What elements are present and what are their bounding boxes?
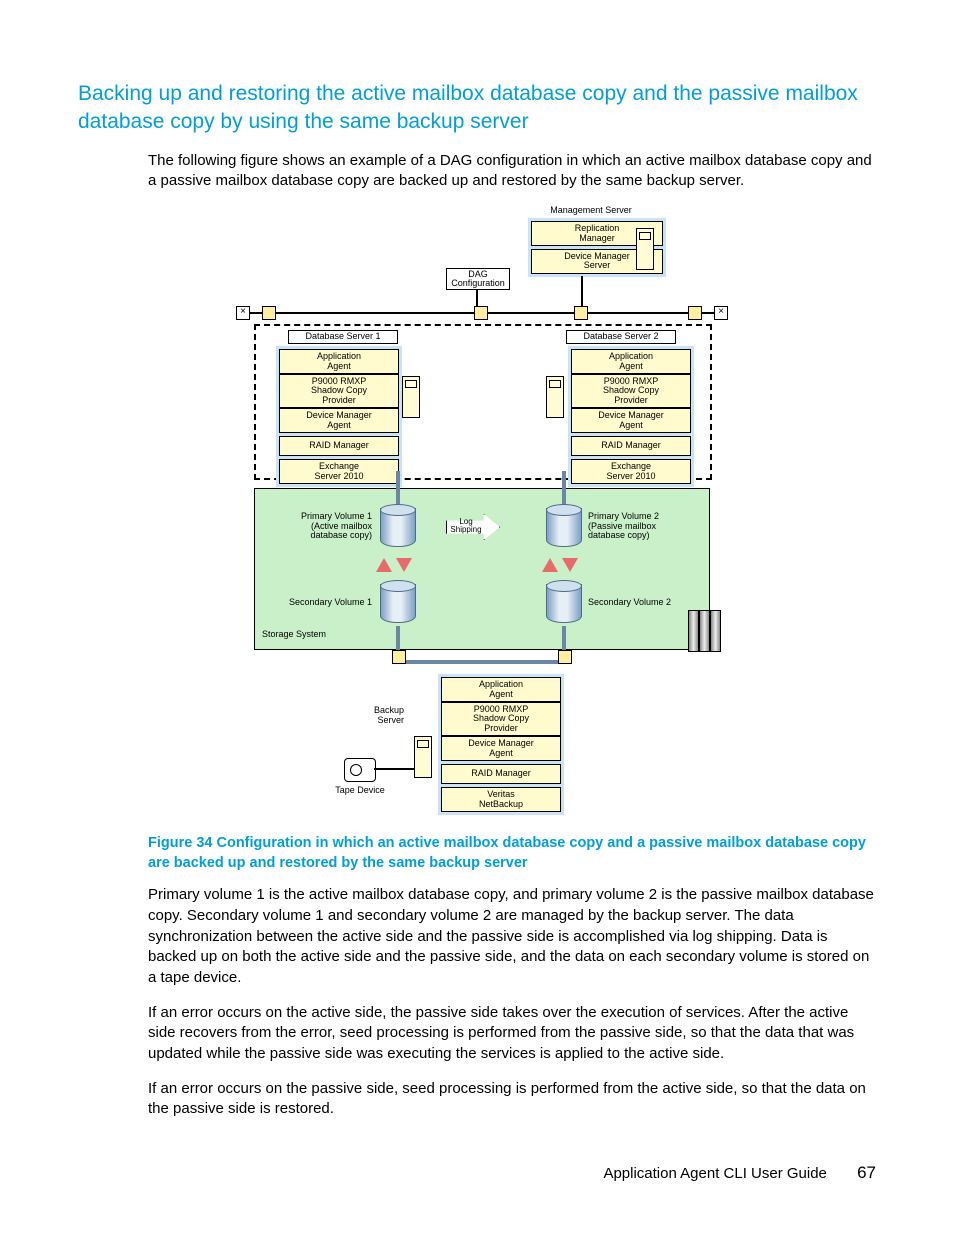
secondary-volume-2-cylinder-icon (546, 580, 580, 626)
db-server-1-label: Database Server 1 (288, 330, 398, 344)
intro-paragraph: The following figure shows an example of… (78, 151, 876, 192)
paragraph-1: Primary volume 1 is the active mailbox d… (78, 885, 876, 988)
backup-application-agent: ApplicationAgent (441, 677, 561, 702)
backup-server-stack: ApplicationAgent P9000 RMXPShadow CopyPr… (438, 674, 564, 815)
db2-application-agent: ApplicationAgent (571, 349, 691, 374)
db1-device-manager-agent: Device ManagerAgent (279, 408, 399, 433)
copy-arrow-down-icon (396, 558, 412, 572)
backup-server-label: BackupServer (354, 706, 404, 725)
server-icon (414, 736, 432, 778)
server-icon (636, 228, 654, 270)
db2-exchange-server: ExchangeServer 2010 (571, 459, 691, 484)
primary-volume-2-label: Primary Volume 2(Passive mailboxdatabase… (588, 512, 682, 540)
paragraph-3: If an error occurs on the passive side, … (78, 1079, 876, 1120)
section-heading: Backing up and restoring the active mail… (78, 80, 876, 137)
paragraph-2: If an error occurs on the active side, t… (78, 1003, 876, 1065)
db-server-2-label: Database Server 2 (566, 330, 676, 344)
dag-config-box: DAGConfiguration (446, 268, 510, 290)
db2-p9000-provider: P9000 RMXPShadow CopyProvider (571, 374, 691, 408)
copy-arrow-up-icon (376, 558, 392, 572)
page-number: 67 (857, 1163, 876, 1183)
copy-arrow-up-icon (542, 558, 558, 572)
backup-p9000-provider: P9000 RMXPShadow CopyProvider (441, 702, 561, 736)
management-server-label: Management Server (536, 206, 646, 215)
disk-array-icon (688, 610, 720, 650)
primary-volume-2-cylinder-icon (546, 504, 580, 550)
secondary-volume-1-cylinder-icon (380, 580, 414, 626)
copy-arrow-down-icon (562, 558, 578, 572)
net-end-right-icon: × (714, 306, 728, 320)
db1-application-agent: ApplicationAgent (279, 349, 399, 374)
net-end-left-icon: × (236, 306, 250, 320)
db1-raid-manager: RAID Manager (279, 436, 399, 456)
db2-device-manager-agent: Device ManagerAgent (571, 408, 691, 433)
db2-raid-manager: RAID Manager (571, 436, 691, 456)
log-shipping-label: Log Shipping (446, 519, 486, 533)
backup-device-manager-agent: Device ManagerAgent (441, 736, 561, 761)
storage-system-label: Storage System (262, 630, 326, 639)
backup-raid-manager: RAID Manager (441, 764, 561, 784)
db1-p9000-provider: P9000 RMXPShadow CopyProvider (279, 374, 399, 408)
figure-caption: Figure 34 Configuration in which an acti… (78, 834, 876, 873)
server-icon (402, 376, 420, 418)
secondary-volume-1-label: Secondary Volume 1 (278, 598, 372, 607)
db-server-1-stack: ApplicationAgent P9000 RMXPShadow CopyPr… (276, 346, 402, 487)
db-server-2-stack: ApplicationAgent P9000 RMXPShadow CopyPr… (568, 346, 694, 487)
primary-volume-1-label: Primary Volume 1(Active mailboxdatabase … (278, 512, 372, 540)
secondary-volume-2-label: Secondary Volume 2 (588, 598, 688, 607)
page-footer: Application Agent CLI User Guide 67 (603, 1163, 876, 1183)
tape-device-icon (344, 758, 376, 782)
backup-veritas-netbackup: VeritasNetBackup (441, 787, 561, 812)
footer-title: Application Agent CLI User Guide (603, 1165, 826, 1182)
primary-volume-1-cylinder-icon (380, 504, 414, 550)
server-icon (546, 376, 564, 418)
dag-configuration-diagram: Management Server ReplicationManager Dev… (236, 206, 726, 826)
db1-exchange-server: ExchangeServer 2010 (279, 459, 399, 484)
tape-device-label: Tape Device (330, 786, 390, 795)
